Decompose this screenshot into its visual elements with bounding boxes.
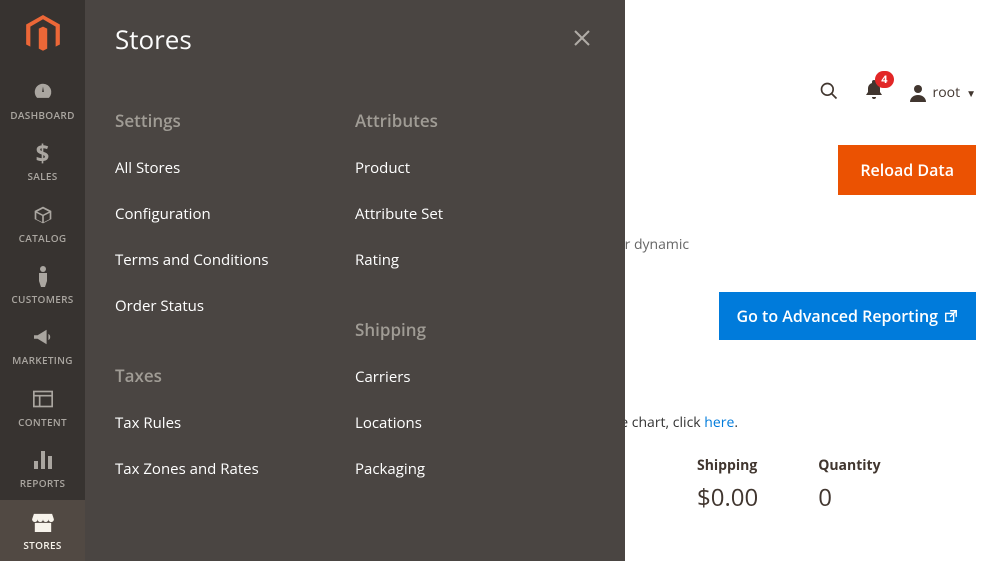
flyout-link-locations[interactable]: Locations bbox=[355, 413, 595, 433]
advanced-reporting-text-fragment: ur dynamic bbox=[616, 235, 689, 254]
main-sidebar: DASHBOARD $ SALES CATALOG CUSTOMERS MARK… bbox=[0, 0, 85, 561]
search-button[interactable] bbox=[819, 81, 839, 105]
sidebar-item-marketing[interactable]: MARKETING bbox=[0, 315, 85, 376]
stats-row: Shipping $0.00 Quantity 0 bbox=[697, 456, 881, 514]
notification-badge: 4 bbox=[875, 71, 893, 88]
sidebar-item-label: CONTENT bbox=[18, 415, 67, 429]
flyout-link-tax-zones-rates[interactable]: Tax Zones and Rates bbox=[115, 459, 355, 479]
flyout-section-shipping: Shipping bbox=[355, 318, 595, 341]
external-link-icon bbox=[944, 309, 958, 323]
close-icon bbox=[573, 29, 591, 47]
dollar-icon: $ bbox=[36, 140, 50, 166]
flyout-link-product[interactable]: Product bbox=[355, 158, 595, 178]
flyout-link-packaging[interactable]: Packaging bbox=[355, 459, 595, 479]
stores-flyout-panel: Stores Settings All Stores Configuration… bbox=[85, 0, 625, 561]
username-label: root bbox=[933, 83, 961, 102]
stat-quantity: Quantity 0 bbox=[818, 456, 880, 514]
header-toolbar: 4 root ▼ bbox=[819, 80, 976, 105]
flyout-section-attributes: Attributes bbox=[355, 109, 595, 132]
magento-logo[interactable] bbox=[0, 0, 85, 69]
sidebar-item-label: CATALOG bbox=[19, 231, 67, 245]
advanced-reporting-button-label: Go to Advanced Reporting bbox=[737, 305, 938, 327]
sidebar-item-label: CUSTOMERS bbox=[11, 292, 73, 306]
chart-hint-text: e chart, click bbox=[620, 413, 704, 432]
chevron-down-icon: ▼ bbox=[966, 86, 976, 100]
chart-enable-link[interactable]: here bbox=[704, 413, 734, 432]
stat-label: Shipping bbox=[697, 456, 758, 475]
flyout-link-all-stores[interactable]: All Stores bbox=[115, 158, 355, 178]
megaphone-icon bbox=[32, 324, 54, 350]
sidebar-item-label: SALES bbox=[27, 169, 57, 183]
flyout-section-taxes: Taxes bbox=[115, 364, 355, 387]
flyout-link-rating[interactable]: Rating bbox=[355, 250, 595, 270]
user-menu[interactable]: root ▼ bbox=[909, 83, 976, 102]
flyout-column-right: Attributes Product Attribute Set Rating … bbox=[355, 109, 595, 505]
dashboard-icon bbox=[32, 79, 54, 105]
flyout-title: Stores bbox=[115, 21, 192, 57]
reload-data-button[interactable]: Reload Data bbox=[838, 145, 976, 195]
sidebar-item-label: MARKETING bbox=[12, 353, 73, 367]
stat-shipping: Shipping $0.00 bbox=[697, 456, 758, 514]
sidebar-item-stores[interactable]: STORES bbox=[0, 500, 85, 561]
sidebar-item-dashboard[interactable]: DASHBOARD bbox=[0, 69, 85, 130]
chart-hint-suffix: . bbox=[734, 413, 738, 432]
user-icon bbox=[909, 84, 927, 102]
storefront-icon bbox=[32, 509, 54, 535]
sidebar-item-reports[interactable]: REPORTS bbox=[0, 438, 85, 499]
stat-label: Quantity bbox=[818, 456, 880, 475]
magento-logo-icon bbox=[25, 15, 61, 55]
box-icon bbox=[33, 202, 53, 228]
flyout-link-order-status[interactable]: Order Status bbox=[115, 296, 355, 316]
sidebar-item-label: DASHBOARD bbox=[10, 108, 74, 122]
sidebar-item-sales[interactable]: $ SALES bbox=[0, 131, 85, 192]
person-icon bbox=[36, 263, 50, 289]
flyout-link-terms-conditions[interactable]: Terms and Conditions bbox=[115, 250, 355, 270]
sidebar-item-customers[interactable]: CUSTOMERS bbox=[0, 254, 85, 315]
notifications-button[interactable]: 4 bbox=[865, 80, 883, 105]
layout-icon bbox=[33, 386, 53, 412]
advanced-reporting-section: ur dynamic Go to Advanced Reporting bbox=[616, 232, 976, 377]
stat-value: 0 bbox=[818, 481, 880, 514]
flyout-link-configuration[interactable]: Configuration bbox=[115, 204, 355, 224]
flyout-link-attribute-set[interactable]: Attribute Set bbox=[355, 204, 595, 224]
close-button[interactable] bbox=[569, 18, 595, 59]
search-icon bbox=[819, 81, 839, 101]
sidebar-item-catalog[interactable]: CATALOG bbox=[0, 192, 85, 253]
sidebar-item-label: REPORTS bbox=[20, 476, 66, 490]
flyout-column-left: Settings All Stores Configuration Terms … bbox=[115, 109, 355, 505]
sidebar-item-label: STORES bbox=[23, 538, 61, 552]
stat-value: $0.00 bbox=[697, 481, 758, 514]
chart-enable-hint: e chart, click here. bbox=[620, 413, 738, 432]
bar-chart-icon bbox=[33, 447, 53, 473]
advanced-reporting-button[interactable]: Go to Advanced Reporting bbox=[719, 292, 976, 340]
flyout-link-carriers[interactable]: Carriers bbox=[355, 367, 595, 387]
sidebar-item-content[interactable]: CONTENT bbox=[0, 377, 85, 438]
flyout-section-settings: Settings bbox=[115, 109, 355, 132]
flyout-link-tax-rules[interactable]: Tax Rules bbox=[115, 413, 355, 433]
